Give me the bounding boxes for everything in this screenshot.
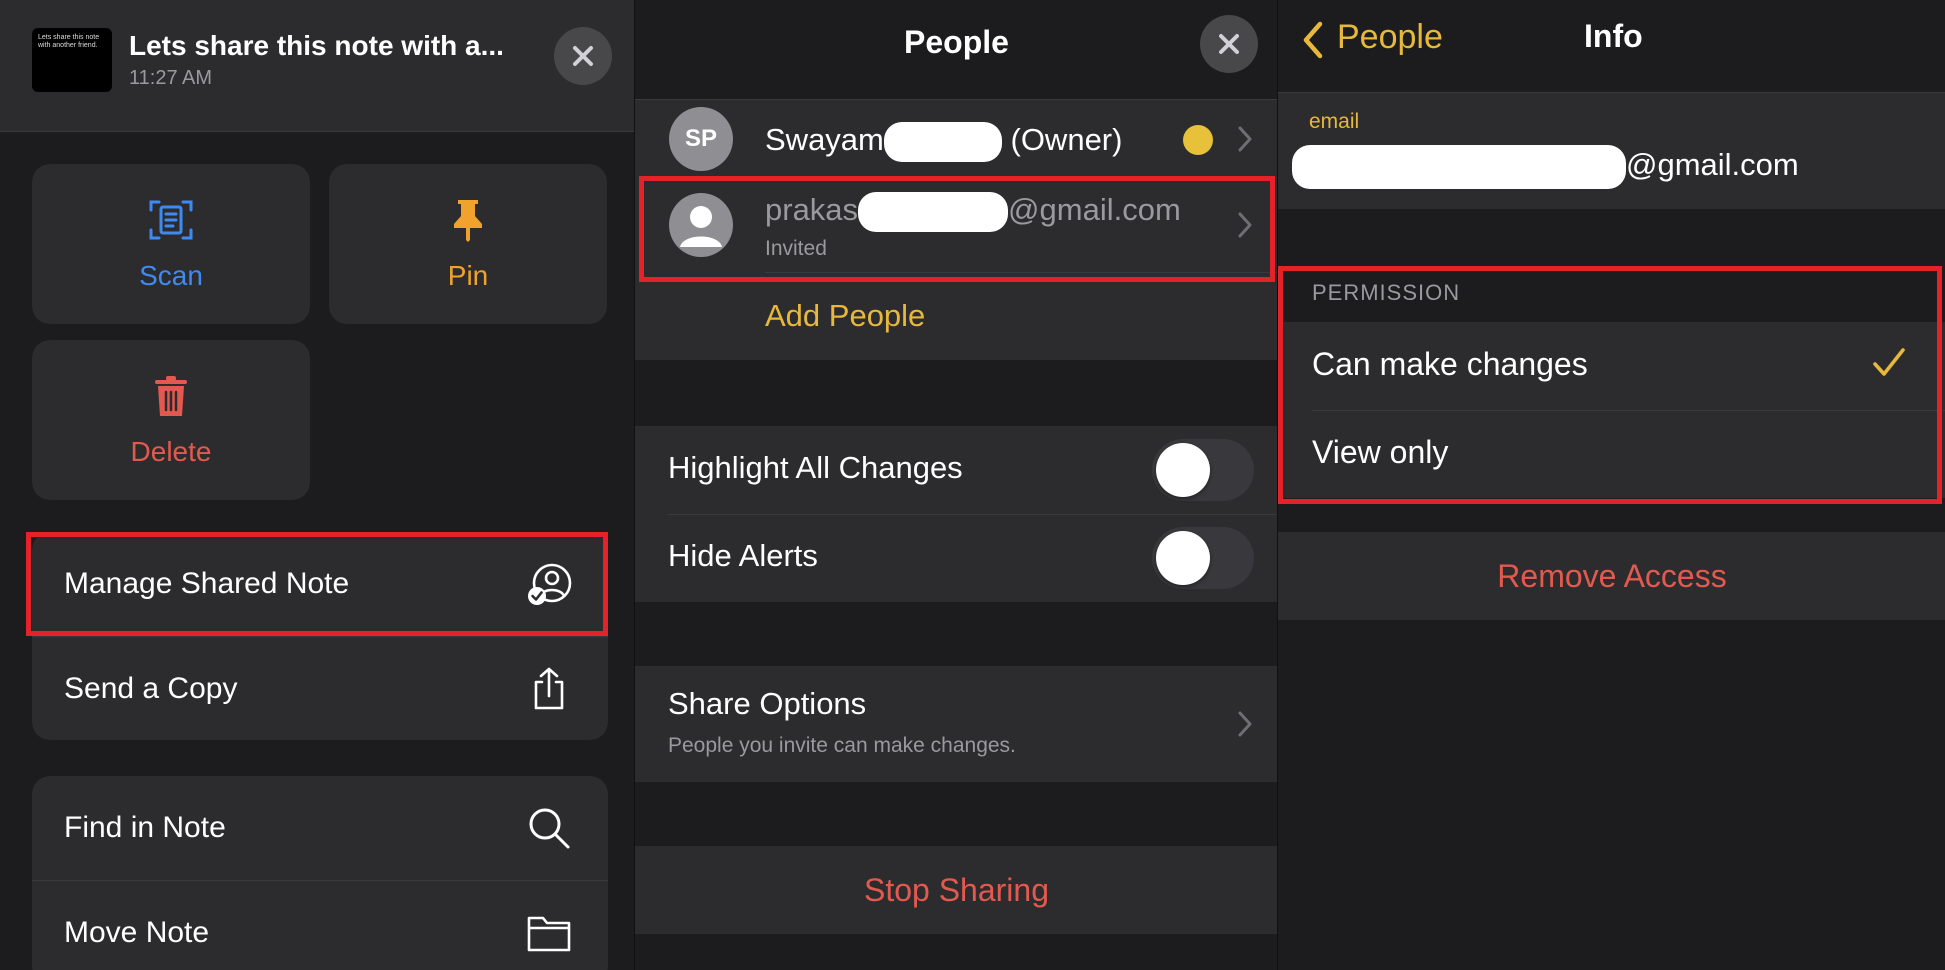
people-title: People xyxy=(904,24,1009,60)
permission-options: Can make changes View only xyxy=(1278,322,1945,498)
permission-header: PERMISSION xyxy=(1312,280,1461,305)
scan-button[interactable]: Scan xyxy=(32,164,310,324)
hide-alerts-row: Hide Alerts xyxy=(635,514,1277,602)
redaction-mark xyxy=(1292,145,1626,189)
manage-shared-note-item[interactable]: Manage Shared Note xyxy=(32,532,608,636)
checkmark-icon xyxy=(1873,348,1905,376)
search-icon xyxy=(526,805,572,851)
participants-list: SP Swayam (Owner) prakas @gmail.com Invi… xyxy=(635,100,1277,360)
email-domain: @gmail.com xyxy=(1626,147,1799,183)
pin-label: Pin xyxy=(447,260,489,291)
move-note-label: Move Note xyxy=(64,915,210,949)
invitee-email-prefix: prakas xyxy=(765,192,859,228)
people-panel: People SP Swayam (Owner) prakas @gmail.c… xyxy=(634,0,1277,970)
note-thumbnail: Lets share this note with another friend… xyxy=(32,28,112,92)
back-button[interactable]: People xyxy=(1292,16,1512,68)
owner-status-dot xyxy=(1183,125,1213,155)
redaction-mark xyxy=(858,192,1009,232)
owner-label: (Owner) xyxy=(1010,122,1123,158)
delete-button[interactable]: Delete xyxy=(32,340,310,500)
share-icon xyxy=(526,666,572,712)
highlight-all-changes-row: Highlight All Changes xyxy=(635,426,1277,514)
highlight-all-changes-label: Highlight All Changes xyxy=(668,450,963,485)
chevron-left-icon xyxy=(1303,21,1323,59)
person-checkmark-icon xyxy=(526,561,572,607)
manage-shared-note-label: Manage Shared Note xyxy=(64,567,350,600)
remove-access-section: Remove Access xyxy=(1278,532,1945,620)
owner-name: Swayam (Owner) xyxy=(765,122,1122,162)
info-panel: People Info email @gmail.com PERMISSION … xyxy=(1277,0,1945,970)
share-actions-group: Manage Shared Note Send a Copy xyxy=(32,532,608,740)
redaction-mark xyxy=(883,122,1002,162)
close-icon xyxy=(1219,34,1239,54)
invitee-status: Invited xyxy=(765,237,827,260)
owner-row[interactable]: SP Swayam (Owner) xyxy=(635,100,1277,177)
chevron-right-icon xyxy=(1238,126,1252,152)
email-value: @gmail.com xyxy=(1292,145,1799,189)
trash-icon xyxy=(147,372,195,420)
chevron-right-icon xyxy=(1238,212,1252,238)
close-icon xyxy=(573,46,593,66)
invitee-email: prakas @gmail.com xyxy=(765,192,1181,232)
chevron-right-icon xyxy=(1238,711,1252,737)
owner-avatar: SP xyxy=(669,107,733,171)
scan-icon xyxy=(147,196,195,244)
pin-icon xyxy=(444,196,492,244)
remove-access-button[interactable]: Remove Access xyxy=(1278,558,1945,595)
send-a-copy-label: Send a Copy xyxy=(64,671,238,705)
owner-name-prefix: Swayam xyxy=(765,122,884,158)
folder-icon xyxy=(526,910,572,956)
find-in-note-item[interactable]: Find in Note xyxy=(32,776,608,880)
info-title: Info xyxy=(1584,18,1643,54)
can-make-changes-label: Can make changes xyxy=(1312,346,1588,382)
share-options-subtitle: People you invite can make changes. xyxy=(668,734,1016,757)
add-people-button[interactable]: Add People xyxy=(765,298,925,334)
toggle-knob xyxy=(1156,531,1210,585)
note-header: Lets share this note with another friend… xyxy=(0,0,634,132)
people-close-button[interactable] xyxy=(1200,15,1258,73)
email-label: email xyxy=(1309,110,1360,133)
note-actions-panel: Lets share this note with another friend… xyxy=(0,0,634,970)
hide-alerts-label: Hide Alerts xyxy=(668,538,818,573)
view-only-label: View only xyxy=(1312,434,1449,470)
share-options-title: Share Options xyxy=(668,686,867,721)
stop-sharing-section: Stop Sharing xyxy=(635,846,1277,934)
close-button[interactable] xyxy=(554,27,612,85)
back-label: People xyxy=(1337,18,1443,56)
invitee-row[interactable]: prakas @gmail.com Invited xyxy=(635,178,1277,272)
share-options-row[interactable]: Share Options People you invite can make… xyxy=(635,666,1277,782)
move-note-item[interactable]: Move Note xyxy=(32,880,608,970)
stop-sharing-button[interactable]: Stop Sharing xyxy=(635,872,1277,909)
note-time: 11:27 AM xyxy=(129,67,213,89)
highlight-all-changes-toggle[interactable] xyxy=(1152,439,1254,501)
invitee-email-domain: @gmail.com xyxy=(1008,192,1181,228)
permission-can-make-changes[interactable]: Can make changes xyxy=(1278,322,1945,410)
person-icon xyxy=(680,206,722,247)
find-in-note-label: Find in Note xyxy=(64,811,226,844)
permission-view-only[interactable]: View only xyxy=(1278,410,1945,498)
note-thumbnail-text: Lets share this note with another friend… xyxy=(38,34,100,49)
invitee-avatar xyxy=(669,193,733,257)
send-a-copy-item[interactable]: Send a Copy xyxy=(32,636,608,740)
toggle-knob xyxy=(1156,443,1210,497)
note-actions-group: Find in Note Move Note xyxy=(32,776,608,970)
delete-label: Delete xyxy=(130,436,212,467)
row-divider xyxy=(765,272,1277,273)
hide-alerts-toggle[interactable] xyxy=(1152,527,1254,589)
note-title: Lets share this note with a... xyxy=(129,30,504,61)
scan-label: Scan xyxy=(139,260,203,291)
pin-button[interactable]: Pin xyxy=(329,164,607,324)
toggles-section: Highlight All Changes Hide Alerts xyxy=(635,426,1277,602)
